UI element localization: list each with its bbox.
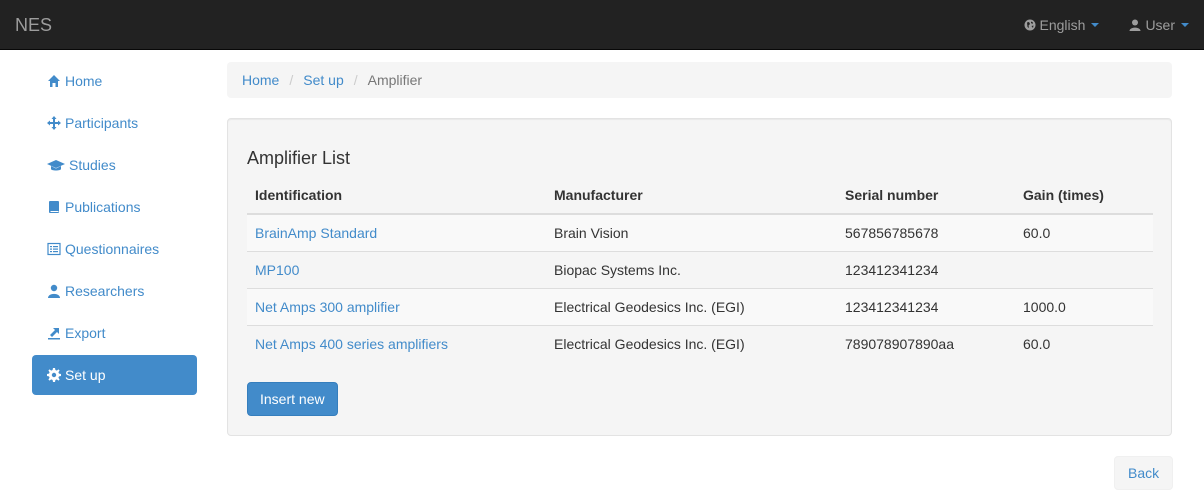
navbar-right: English User: [1009, 0, 1204, 50]
sidebar-item-researchers[interactable]: Researchers: [32, 271, 197, 311]
language-dropdown[interactable]: English: [1009, 0, 1115, 50]
gain-cell: 60.0: [1015, 213, 1153, 251]
sidebar-item-label: Questionnaires: [65, 241, 160, 257]
sidebar-item-studies[interactable]: Studies: [32, 145, 197, 185]
serial-number-cell: 789078907890aa: [837, 324, 1015, 362]
table-header-row: Identification Manufacturer Serial numbe…: [247, 177, 1153, 215]
manufacturer-cell: Electrical Geodesics Inc. (EGI): [546, 324, 837, 362]
user-label: User: [1145, 17, 1175, 33]
breadcrumb-current: Amplifier: [367, 72, 423, 88]
globe-icon: [1024, 19, 1036, 31]
amplifier-link[interactable]: BrainAmp Standard: [255, 225, 377, 241]
breadcrumb: Home / Set up / Amplifier: [227, 62, 1172, 98]
manufacturer-cell: Biopac Systems Inc.: [546, 250, 837, 288]
column-header-identification: Identification: [247, 177, 546, 215]
cog-icon: [47, 368, 61, 382]
amplifier-table: Identification Manufacturer Serial numbe…: [247, 177, 1153, 362]
home-icon: [47, 74, 61, 88]
table-row: Net Amps 400 series amplifiers Electrica…: [247, 324, 1153, 362]
sidebar-item-label: Studies: [69, 157, 116, 173]
gain-cell: 60.0: [1015, 324, 1153, 362]
column-header-manufacturer: Manufacturer: [546, 177, 837, 215]
column-header-gain: Gain (times): [1015, 177, 1153, 215]
identification-cell: Net Amps 300 amplifier: [247, 287, 546, 325]
manufacturer-cell: Electrical Geodesics Inc. (EGI): [546, 287, 837, 325]
breadcrumb-separator: /: [289, 72, 294, 88]
amplifier-link[interactable]: Net Amps 400 series amplifiers: [255, 336, 448, 352]
top-navbar: NES English User: [0, 0, 1204, 50]
sidebar-item-label: Participants: [65, 115, 139, 131]
table-row: Net Amps 300 amplifier Electrical Geodes…: [247, 287, 1153, 325]
table-row: BrainAmp Standard Brain Vision 567856785…: [247, 213, 1153, 251]
move-icon: [47, 116, 61, 130]
sidebar-item-export[interactable]: Export: [32, 313, 197, 353]
brand-link[interactable]: NES: [15, 15, 52, 35]
user-dropdown[interactable]: User: [1114, 0, 1204, 50]
identification-cell: BrainAmp Standard: [247, 213, 546, 251]
education-icon: [47, 158, 65, 172]
sidebar: Home Participants Studies Publications Q…: [32, 61, 197, 397]
amplifier-link[interactable]: MP100: [255, 262, 299, 278]
chevron-down-icon: [1181, 23, 1189, 27]
amplifier-list-panel: Amplifier List Identification Manufactur…: [227, 118, 1172, 436]
user-icon: [1129, 19, 1141, 31]
user-icon: [47, 284, 61, 298]
table-row: MP100 Biopac Systems Inc. 123412341234: [247, 250, 1153, 288]
serial-number-cell: 123412341234: [837, 287, 1015, 325]
sidebar-item-label: Home: [65, 73, 103, 89]
chevron-down-icon: [1091, 23, 1100, 27]
export-icon: [47, 326, 61, 340]
identification-cell: Net Amps 400 series amplifiers: [247, 324, 546, 362]
sidebar-item-participants[interactable]: Participants: [32, 103, 197, 143]
breadcrumb-setup[interactable]: Set up: [303, 72, 343, 88]
breadcrumb-separator: /: [353, 72, 358, 88]
amplifier-link[interactable]: Net Amps 300 amplifier: [255, 299, 400, 315]
gain-cell: [1015, 250, 1153, 288]
serial-number-cell: 123412341234: [837, 250, 1015, 288]
sidebar-item-home[interactable]: Home: [32, 61, 197, 101]
list-alt-icon: [47, 242, 61, 256]
back-button[interactable]: Back: [1114, 456, 1174, 490]
language-label: English: [1039, 17, 1086, 33]
serial-number-cell: 567856785678: [837, 213, 1015, 251]
sidebar-item-questionnaires[interactable]: Questionnaires: [32, 229, 197, 269]
panel-title: Amplifier List: [247, 148, 351, 168]
identification-cell: MP100: [247, 250, 546, 288]
breadcrumb-home[interactable]: Home: [242, 72, 279, 88]
manufacturer-cell: Brain Vision: [546, 213, 837, 251]
gain-cell: 1000.0: [1015, 287, 1153, 325]
column-header-serial-number: Serial number: [837, 177, 1015, 215]
sidebar-item-label: Export: [65, 325, 106, 341]
sidebar-item-setup[interactable]: Set up: [32, 355, 197, 395]
sidebar-item-label: Researchers: [65, 283, 145, 299]
insert-new-button[interactable]: Insert new: [247, 382, 338, 416]
book-icon: [47, 200, 61, 214]
sidebar-item-publications[interactable]: Publications: [32, 187, 197, 227]
sidebar-item-label: Set up: [65, 367, 106, 383]
sidebar-item-label: Publications: [65, 199, 141, 215]
